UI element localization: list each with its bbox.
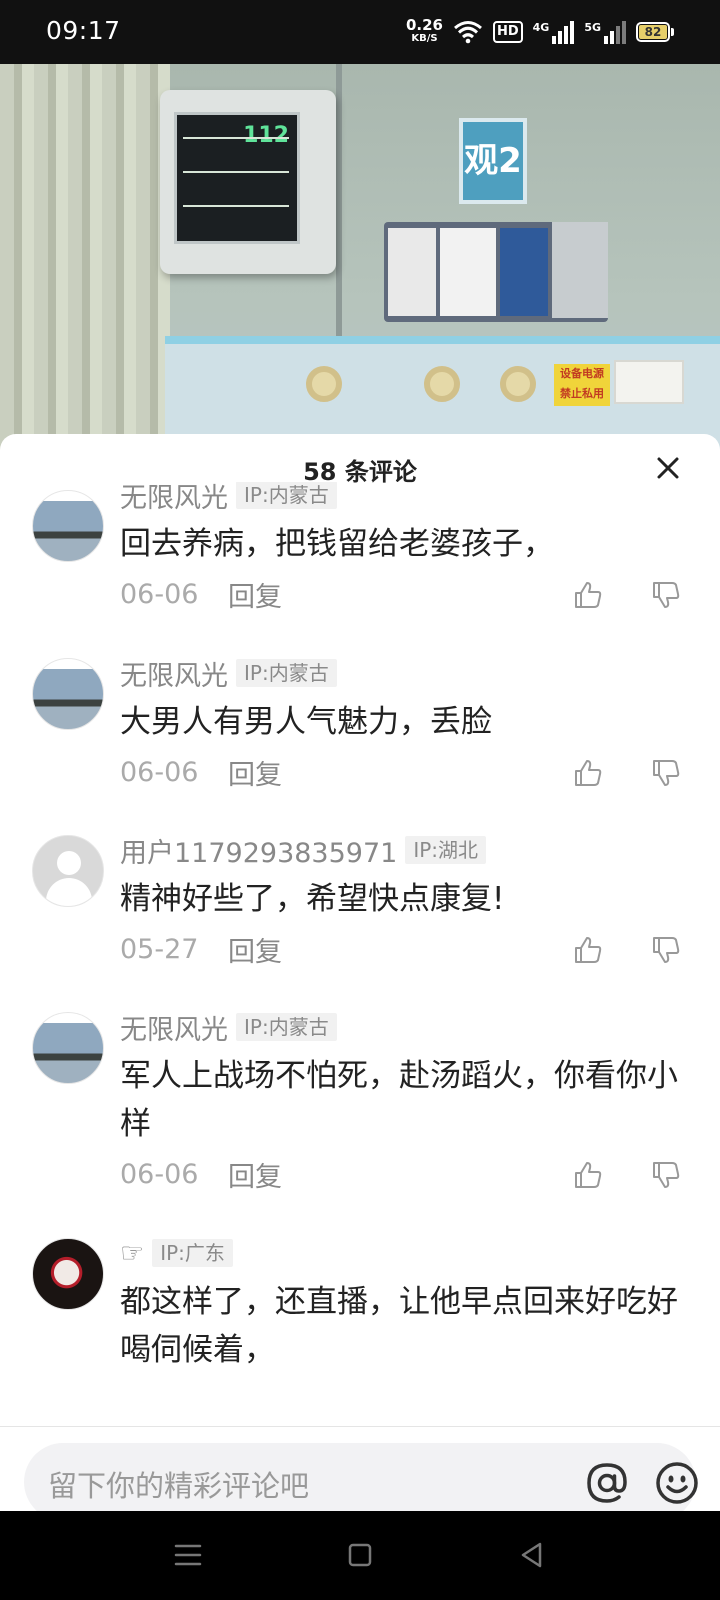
comment-text[interactable]: 都这样了，还直播，让他早点回来好吃好喝伺候着，	[120, 1278, 680, 1374]
comment-list[interactable]: 无限风光 IP:内蒙古 回去养病，把钱留给老婆孩子， 06-06 回复 无限风光…	[0, 482, 720, 1426]
comment-meta: 06-06 回复	[120, 1154, 282, 1194]
power-socket	[614, 360, 684, 404]
avatar[interactable]	[32, 1012, 104, 1084]
comment-date: 05-27	[120, 933, 199, 965]
net-speed: 0.26 KB/S	[406, 18, 443, 46]
comment-input-bar: 留下你的精彩评论吧	[0, 1426, 720, 1511]
commenter-name[interactable]: 无限风光	[120, 482, 228, 515]
close-icon[interactable]	[650, 450, 686, 486]
thumbs-down-icon[interactable]	[651, 935, 681, 965]
comment-text[interactable]: 精神好些了，希望快点康复!	[120, 875, 680, 923]
hd-voice-icon: HD	[492, 21, 523, 43]
comment-header: 用户1179293835971 IP:湖北	[120, 835, 487, 869]
avatar[interactable]	[32, 1238, 104, 1310]
comment-date: 06-06	[120, 1158, 199, 1190]
signal-5g-icon: 5G	[584, 20, 626, 44]
comment-text[interactable]: 军人上战场不怕死，赴汤蹈火，你看你小样	[120, 1052, 680, 1148]
comment-text[interactable]: 回去养病，把钱留给老婆孩子，	[120, 520, 680, 568]
comment-meta: 05-27 回复	[120, 929, 282, 969]
commenter-name[interactable]: 用户1179293835971	[120, 831, 397, 870]
avatar[interactable]	[32, 658, 104, 730]
ip-location-badge: IP:内蒙古	[236, 659, 337, 687]
power-warning-sign: 设备电源 禁止私用	[554, 364, 610, 406]
signal-4g-label: 4G	[532, 20, 550, 34]
commenter-name[interactable]: 无限风光	[120, 1008, 228, 1047]
reply-button[interactable]: 回复	[228, 753, 282, 792]
ward-sign: 观2	[459, 118, 527, 204]
system-nav-bar	[0, 1511, 720, 1600]
patient-monitor: 112	[160, 90, 336, 274]
thumbs-up-icon[interactable]	[573, 758, 603, 788]
commenter-name[interactable]: ☞	[120, 1238, 144, 1269]
video-player[interactable]: 112 观2 设备电源 禁止私用	[0, 64, 720, 464]
comment-date: 06-06	[120, 578, 199, 610]
wifi-icon	[453, 21, 482, 44]
gas-outlet	[306, 366, 342, 402]
signal-4g-icon: 4G	[532, 20, 575, 44]
comment-header: 无限风光 IP:内蒙古	[120, 658, 337, 692]
curtain	[0, 64, 170, 464]
emoji-icon[interactable]	[654, 1460, 700, 1506]
comment-date: 06-06	[120, 756, 199, 788]
reply-button[interactable]: 回复	[228, 1155, 282, 1194]
comment-text[interactable]: 大男人有男人气魅力，丢脸	[120, 698, 680, 746]
reply-button[interactable]: 回复	[228, 930, 282, 969]
monitor-screen: 112	[174, 112, 300, 244]
commenter-name[interactable]: 无限风光	[120, 654, 228, 693]
gas-outlet	[500, 366, 536, 402]
net-speed-value: 0.26	[405, 16, 443, 34]
at-icon[interactable]	[584, 1460, 630, 1506]
thumbs-up-icon[interactable]	[573, 935, 603, 965]
ip-location-badge: IP:内蒙古	[236, 1013, 337, 1041]
menu-icon[interactable]	[170, 1537, 206, 1573]
comment-sheet: 58 条评论 无限风光 IP:内蒙古 回去养病，把钱留给老婆孩子， 06-06 …	[0, 434, 720, 1511]
signal-5g-label: 5G	[584, 20, 601, 34]
ip-location-badge: IP:内蒙古	[236, 482, 337, 509]
ip-location-badge: IP:广东	[152, 1239, 233, 1267]
thumbs-up-icon[interactable]	[573, 580, 603, 610]
comment-header: ☞ IP:广东	[120, 1238, 233, 1269]
net-speed-unit: KB/S	[411, 33, 438, 44]
thumbs-down-icon[interactable]	[651, 1160, 681, 1190]
avatar[interactable]	[32, 490, 104, 562]
comment-meta: 06-06 回复	[120, 752, 282, 792]
status-time: 09:17	[46, 16, 121, 45]
battery-level: 82	[639, 25, 667, 39]
comment-input[interactable]: 留下你的精彩评论吧	[24, 1443, 698, 1511]
notice-boards	[384, 222, 608, 322]
status-icons: 0.26 KB/S HD 4G 5G 82	[406, 14, 674, 50]
status-bar: 09:17 0.26 KB/S HD 4G 5G 82	[0, 0, 720, 64]
thumbs-down-icon[interactable]	[651, 580, 681, 610]
back-icon[interactable]	[514, 1537, 550, 1573]
home-icon[interactable]	[342, 1537, 378, 1573]
comment-input-placeholder: 留下你的精彩评论吧	[48, 1469, 310, 1503]
ip-location-badge: IP:湖北	[405, 836, 487, 864]
comment-meta: 06-06 回复	[120, 574, 282, 614]
comment-header: 无限风光 IP:内蒙古	[120, 482, 337, 514]
thumbs-up-icon[interactable]	[573, 1160, 603, 1190]
comment-header: 无限风光 IP:内蒙古	[120, 1012, 337, 1046]
gas-outlet	[424, 366, 460, 402]
battery-icon: 82	[636, 22, 674, 42]
thumbs-down-icon[interactable]	[651, 758, 681, 788]
reply-button[interactable]: 回复	[228, 575, 282, 614]
avatar[interactable]	[32, 835, 104, 907]
